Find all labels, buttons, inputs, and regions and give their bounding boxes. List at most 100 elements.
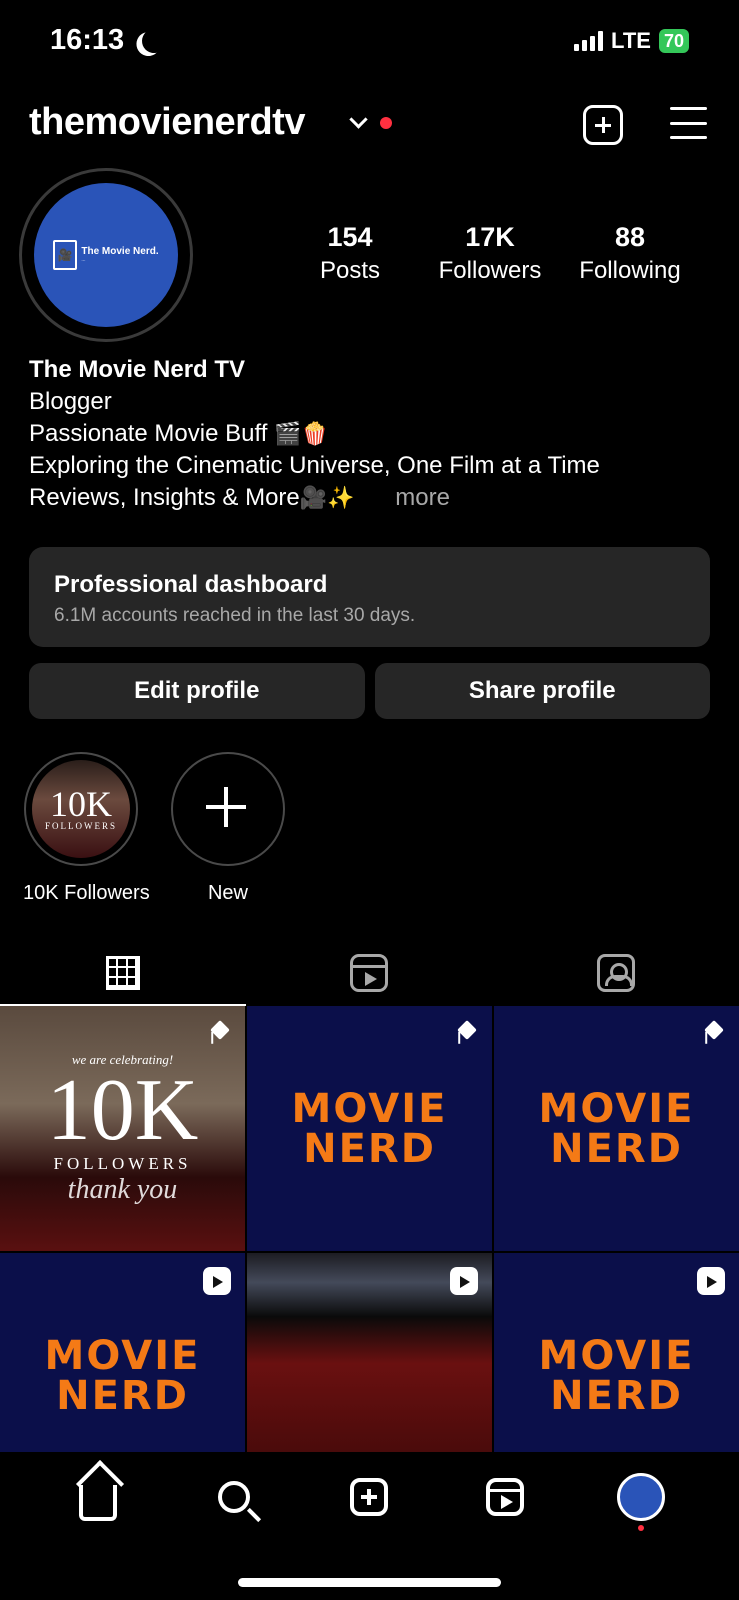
bottom-nav xyxy=(0,1452,739,1600)
nav-home[interactable] xyxy=(68,1467,128,1527)
nav-create[interactable] xyxy=(339,1467,399,1527)
stat-value: 17K xyxy=(465,222,515,252)
bio-line-2: Exploring the Cinematic Universe, One Fi… xyxy=(29,452,600,479)
highlight-10k-followers[interactable]: 10K FOLLOWERS 10K Followers xyxy=(23,752,150,905)
edit-profile-button[interactable]: Edit profile xyxy=(29,663,365,719)
logo-line-1: MOVIE xyxy=(291,1085,448,1132)
bio-text: Reviews, Insights & More xyxy=(29,484,300,511)
avatar-brand-text: The Movie Nerd. xyxy=(81,246,159,258)
profile-tabs xyxy=(0,940,739,1006)
bio-more-link[interactable]: more xyxy=(395,484,450,511)
reel-icon xyxy=(203,1267,231,1295)
create-icon xyxy=(350,1478,389,1516)
tagged-user-icon xyxy=(596,954,635,992)
nav-profile[interactable] xyxy=(611,1467,671,1531)
movie-nerd-logo: MOVIE NERD xyxy=(45,1336,201,1416)
post-thumbnail[interactable]: we are celebrating! 10K FOLLOWERS thank … xyxy=(0,1006,245,1251)
movie-nerd-logo: MOVIE NERD xyxy=(292,1089,448,1169)
clock-text: 16:13 xyxy=(50,24,125,56)
search-icon xyxy=(217,1481,250,1513)
highlight-label: New xyxy=(207,882,248,904)
chevron-down-icon[interactable] xyxy=(349,110,368,129)
post-caption-big: 10K xyxy=(46,1061,199,1159)
avatar xyxy=(617,1473,666,1521)
dashboard-subtitle: 6.1M accounts reached in the last 30 day… xyxy=(54,605,416,626)
reel-icon xyxy=(450,1267,478,1295)
stat-value: 154 xyxy=(327,222,373,252)
logo-line-2: NERD xyxy=(550,1372,683,1419)
avatar-image: 🎥 The Movie Nerd. ... xyxy=(34,183,178,327)
tab-reels[interactable] xyxy=(246,940,492,1006)
moon-icon xyxy=(140,27,168,55)
camera-sparkles-emoji: 🎥✨ xyxy=(299,485,355,510)
profile-stats: 154 Posts 17K Followers 88 Following xyxy=(280,222,700,285)
pin-icon xyxy=(203,1020,231,1048)
reels-icon xyxy=(350,954,389,992)
tab-posts[interactable] xyxy=(0,940,247,1006)
reel-icon xyxy=(697,1267,725,1295)
logo-line-2: NERD xyxy=(550,1125,683,1172)
logo-line-1: MOVIE xyxy=(538,1332,695,1379)
display-name: The Movie Nerd TV xyxy=(29,356,246,383)
profile-header: themovienerdtv xyxy=(0,95,739,155)
status-indicators: LTE 70 xyxy=(574,28,689,54)
plus-icon-vertical xyxy=(224,787,228,827)
reels-icon xyxy=(486,1478,525,1516)
category-label: Blogger xyxy=(29,388,112,415)
avatar-tagline: ... xyxy=(81,256,86,263)
stat-posts[interactable]: 154 Posts xyxy=(280,222,420,285)
profile-actions: Edit profile Share profile xyxy=(29,663,710,719)
bio-text: Passionate Movie Buff xyxy=(29,420,268,447)
avatar-brand: The Movie Nerd. ... xyxy=(81,247,158,263)
new-highlight-ring xyxy=(171,752,285,866)
post-grid: we are celebrating! 10K FOLLOWERS thank … xyxy=(0,1006,739,1498)
stat-following[interactable]: 88 Following xyxy=(560,222,700,285)
pin-icon xyxy=(697,1020,725,1048)
signal-icon xyxy=(574,31,604,51)
nav-reels[interactable] xyxy=(475,1467,535,1527)
status-bar: 16:13 LTE 70 xyxy=(0,0,739,80)
notification-dot xyxy=(638,1525,645,1531)
highlight-label: 10K Followers xyxy=(23,882,150,904)
clapper-popcorn-emoji: 🎬🍿 xyxy=(274,421,329,446)
notification-dot xyxy=(380,117,392,129)
post-thumbnail[interactable]: MOVIE NERD xyxy=(247,1006,492,1251)
menu-icon[interactable] xyxy=(670,107,707,139)
movie-nerd-logo: MOVIE NERD xyxy=(539,1089,695,1169)
battery-icon: 70 xyxy=(658,29,689,53)
nav-search[interactable] xyxy=(204,1467,264,1527)
username-switcher[interactable]: themovienerdtv xyxy=(29,101,305,144)
home-indicator[interactable] xyxy=(238,1578,501,1587)
highlight-cover-subtitle: FOLLOWERS xyxy=(45,821,117,831)
stat-followers[interactable]: 17K Followers xyxy=(420,222,560,285)
stat-label: Posts xyxy=(319,257,381,284)
bio-line-1: Passionate Movie Buff 🎬🍿 xyxy=(29,418,719,450)
network-label: LTE xyxy=(611,28,651,53)
logo-line-2: NERD xyxy=(56,1372,189,1419)
highlight-new[interactable]: New xyxy=(170,752,286,905)
share-profile-button[interactable]: Share profile xyxy=(374,663,710,719)
status-time: 16:13 xyxy=(50,24,158,57)
grid-icon xyxy=(106,956,141,990)
logo-line-1: MOVIE xyxy=(538,1085,695,1132)
bio-line-3: Reviews, Insights & More🎥✨ more xyxy=(29,482,719,514)
camera-logo-icon: 🎥 xyxy=(53,240,78,270)
home-icon xyxy=(78,1485,117,1521)
create-button[interactable] xyxy=(583,105,623,145)
dashboard-title: Professional dashboard xyxy=(54,571,328,598)
profile-avatar[interactable]: 🎥 The Movie Nerd. ... xyxy=(19,168,193,342)
movie-nerd-logo: MOVIE NERD xyxy=(539,1336,695,1416)
profile-bio: The Movie Nerd TV Blogger Passionate Mov… xyxy=(29,354,719,514)
tab-tagged[interactable] xyxy=(493,940,739,1006)
professional-dashboard[interactable]: Professional dashboard 6.1M accounts rea… xyxy=(29,547,710,647)
post-caption-mid: FOLLOWERS xyxy=(53,1153,192,1173)
stat-label: Followers xyxy=(438,257,542,284)
logo-line-2: NERD xyxy=(303,1125,436,1172)
post-thumbnail[interactable]: MOVIE NERD xyxy=(494,1006,739,1251)
highlight-cover-ring: 10K FOLLOWERS xyxy=(24,752,138,866)
logo-line-1: MOVIE xyxy=(44,1332,201,1379)
highlight-cover-title: 10K xyxy=(50,784,112,824)
post-caption-script: thank you xyxy=(67,1173,178,1205)
pin-icon xyxy=(450,1020,478,1048)
stat-label: Following xyxy=(579,257,681,284)
